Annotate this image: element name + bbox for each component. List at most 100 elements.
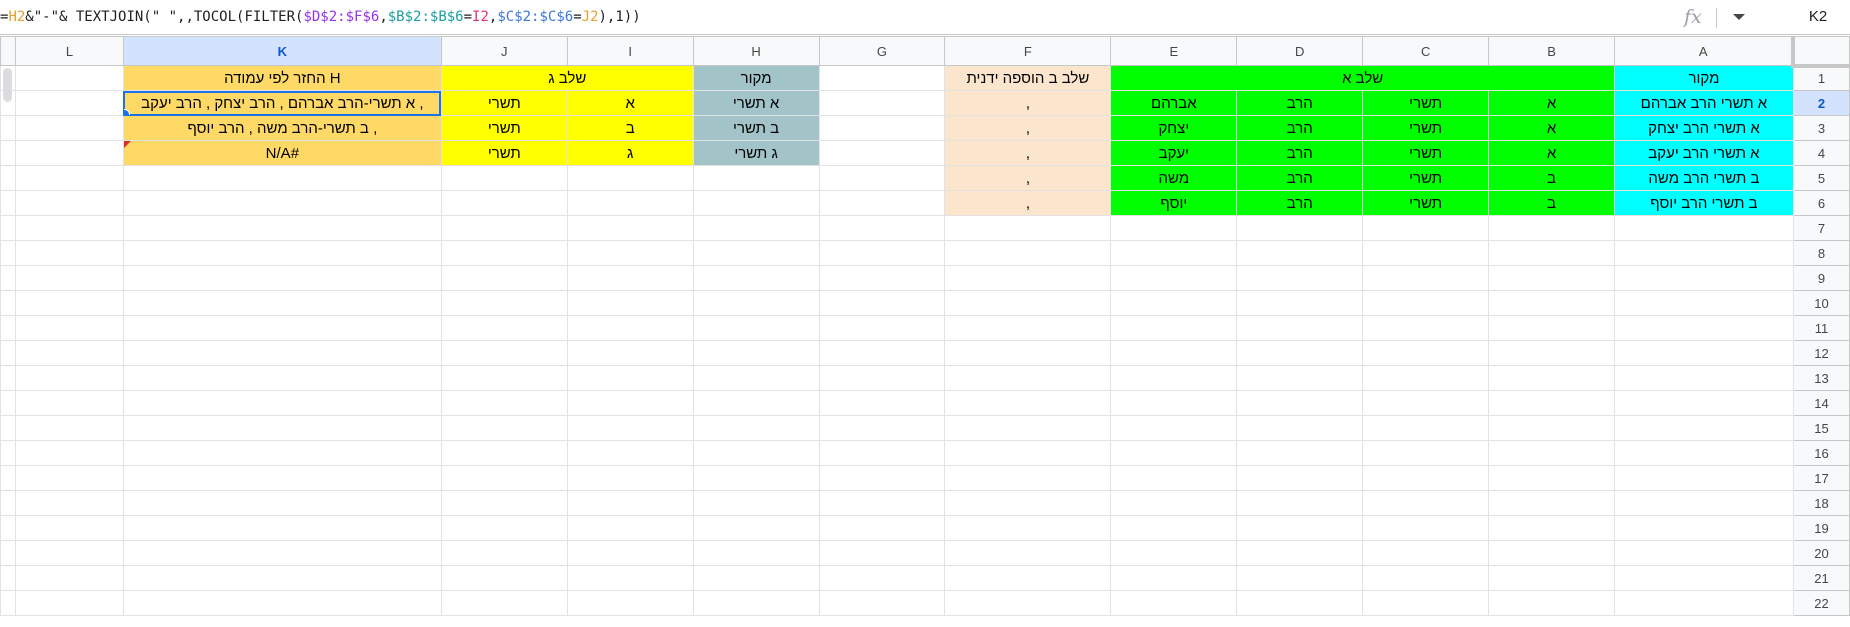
empty-cell[interactable]: [818, 240, 946, 266]
cell-c6[interactable]: תשרי: [1362, 190, 1490, 216]
empty-cell[interactable]: [1362, 215, 1490, 241]
cell-i4[interactable]: ג: [566, 140, 694, 166]
empty-cell[interactable]: [1488, 290, 1615, 316]
cell-g6[interactable]: [818, 190, 946, 216]
cell-g3[interactable]: [818, 115, 946, 141]
empty-cell[interactable]: [944, 365, 1112, 391]
chevron-down-icon[interactable]: [1733, 14, 1745, 20]
empty-cell[interactable]: [1236, 540, 1364, 566]
cell-d2[interactable]: הרב: [1236, 90, 1364, 116]
cell-k1[interactable]: החזר לפי עמודה H: [122, 65, 442, 91]
empty-cell[interactable]: [1110, 240, 1238, 266]
row-header-4[interactable]: 4: [1792, 140, 1850, 166]
empty-cell[interactable]: [944, 415, 1112, 441]
empty-cell[interactable]: [818, 565, 946, 591]
cell-i6[interactable]: [566, 190, 694, 216]
empty-cell[interactable]: [1110, 515, 1238, 541]
cell-a1[interactable]: מקור: [1613, 65, 1794, 91]
empty-cell[interactable]: [818, 440, 946, 466]
empty-cell[interactable]: [440, 565, 568, 591]
empty-cell[interactable]: [1613, 440, 1794, 466]
column-header-i[interactable]: I: [566, 36, 694, 66]
empty-cell[interactable]: [1236, 415, 1364, 441]
row-header-21[interactable]: 21: [1792, 565, 1850, 591]
row-header-7[interactable]: 7: [1792, 215, 1850, 241]
row-header-15[interactable]: 15: [1792, 415, 1850, 441]
empty-cell[interactable]: [566, 365, 694, 391]
empty-cell[interactable]: [122, 265, 442, 291]
empty-cell[interactable]: [1110, 365, 1238, 391]
row-header-1[interactable]: 1: [1792, 65, 1850, 91]
empty-cell[interactable]: [1613, 390, 1794, 416]
empty-cell[interactable]: [692, 515, 820, 541]
empty-cell[interactable]: [1236, 515, 1364, 541]
cell-e3[interactable]: יצחק: [1110, 115, 1238, 141]
empty-cell[interactable]: [14, 465, 124, 491]
cell-h2[interactable]: א תשרי: [692, 90, 820, 116]
cell-f3[interactable]: ,: [944, 115, 1112, 141]
row-header-2[interactable]: 2: [1792, 90, 1850, 116]
empty-cell[interactable]: [944, 540, 1112, 566]
empty-cell[interactable]: [1613, 290, 1794, 316]
empty-cell[interactable]: [1236, 290, 1364, 316]
cell-d4[interactable]: הרב: [1236, 140, 1364, 166]
empty-cell[interactable]: [1110, 490, 1238, 516]
name-box[interactable]: K2: [1788, 8, 1848, 25]
empty-cell[interactable]: [1613, 215, 1794, 241]
empty-cell[interactable]: [1362, 315, 1490, 341]
column-header-f[interactable]: F: [944, 36, 1112, 66]
empty-cell[interactable]: [122, 490, 442, 516]
row-header-16[interactable]: 16: [1792, 440, 1850, 466]
empty-cell[interactable]: [1110, 540, 1238, 566]
row-header-5[interactable]: 5: [1792, 165, 1850, 191]
error-indicator-icon[interactable]: [124, 141, 131, 148]
empty-cell[interactable]: [944, 465, 1112, 491]
empty-cell[interactable]: [14, 365, 124, 391]
empty-cell[interactable]: [1362, 590, 1490, 616]
empty-cell[interactable]: [122, 390, 442, 416]
column-header-l[interactable]: L: [14, 36, 124, 66]
empty-cell[interactable]: [692, 265, 820, 291]
empty-cell[interactable]: [14, 590, 124, 616]
empty-cell[interactable]: [1236, 215, 1364, 241]
empty-cell[interactable]: [440, 515, 568, 541]
empty-cell[interactable]: [818, 515, 946, 541]
row-header-19[interactable]: 19: [1792, 515, 1850, 541]
empty-cell[interactable]: [440, 415, 568, 441]
column-header-d[interactable]: D: [1236, 36, 1364, 66]
empty-cell[interactable]: [1362, 565, 1490, 591]
empty-cell[interactable]: [944, 440, 1112, 466]
cell-j2[interactable]: תשרי: [440, 90, 568, 116]
empty-cell[interactable]: [1613, 315, 1794, 341]
cell-k3[interactable]: ב תשרי-הרב משה , הרב יוסף ,: [122, 115, 442, 141]
empty-cell[interactable]: [1613, 365, 1794, 391]
empty-cell[interactable]: [1110, 440, 1238, 466]
empty-cell[interactable]: [1110, 565, 1238, 591]
empty-cell[interactable]: [1613, 240, 1794, 266]
empty-cell[interactable]: [1488, 390, 1615, 416]
empty-cell[interactable]: [14, 390, 124, 416]
cell-b5[interactable]: ב: [1488, 165, 1615, 191]
cell-l5[interactable]: [14, 165, 124, 191]
empty-cell[interactable]: [818, 315, 946, 341]
empty-cell[interactable]: [566, 315, 694, 341]
select-all-corner[interactable]: [1791, 36, 1850, 68]
cell-i2[interactable]: א: [566, 90, 694, 116]
row-header-9[interactable]: 9: [1792, 265, 1850, 291]
empty-cell[interactable]: [944, 240, 1112, 266]
empty-cell[interactable]: [1488, 440, 1615, 466]
row-header-6[interactable]: 6: [1792, 190, 1850, 216]
cell-i5[interactable]: [566, 165, 694, 191]
empty-cell[interactable]: [692, 215, 820, 241]
cell-b4[interactable]: א: [1488, 140, 1615, 166]
cell-h6[interactable]: [692, 190, 820, 216]
empty-cell[interactable]: [566, 515, 694, 541]
cell-l6[interactable]: [14, 190, 124, 216]
empty-cell[interactable]: [566, 590, 694, 616]
cell-h5[interactable]: [692, 165, 820, 191]
cell-g2[interactable]: [818, 90, 946, 116]
empty-cell[interactable]: [1362, 390, 1490, 416]
empty-cell[interactable]: [1488, 265, 1615, 291]
column-header-j[interactable]: J: [440, 36, 568, 66]
empty-cell[interactable]: [440, 390, 568, 416]
